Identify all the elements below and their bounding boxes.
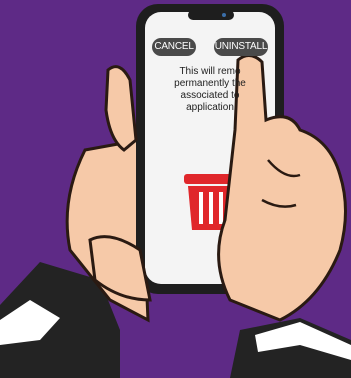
uninstall-dialog: CANCEL UNINSTALL This will remo permanen… (148, 24, 272, 264)
dialog-message: This will remo permanently the associate… (144, 66, 276, 114)
message-line: This will remo (179, 66, 241, 77)
phone-notch (188, 10, 234, 20)
cancel-button[interactable]: CANCEL (152, 38, 196, 56)
front-camera-icon (222, 13, 226, 17)
scene: CANCEL UNINSTALL This will remo permanen… (0, 0, 351, 378)
message-line: associated to (180, 90, 240, 101)
uninstall-button[interactable]: UNINSTALL (214, 38, 268, 56)
message-line: application (186, 102, 234, 113)
left-thumb (104, 65, 138, 152)
message-line: permanently the (174, 78, 246, 89)
